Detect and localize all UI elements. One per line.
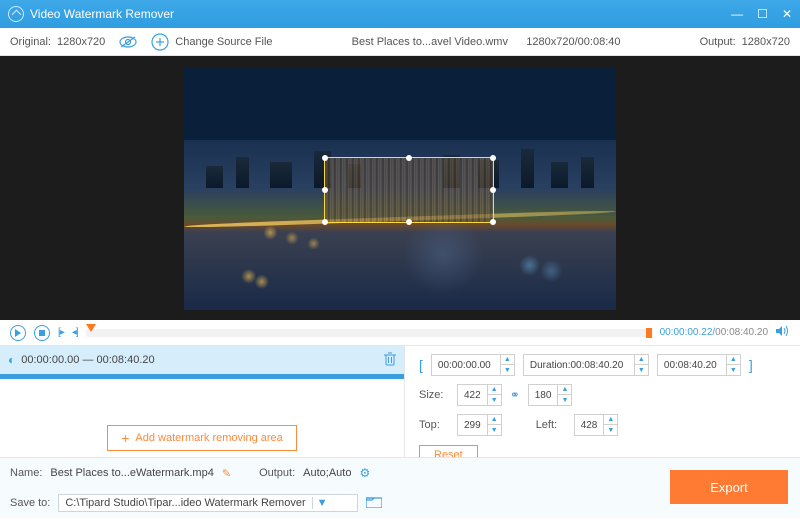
volume-icon[interactable] xyxy=(776,325,790,340)
edit-name-icon[interactable]: ✎ xyxy=(222,467,231,480)
pos-left-input[interactable]: 428 ▲▼ xyxy=(574,414,619,436)
change-source-button[interactable]: Change Source File xyxy=(151,33,272,51)
app-title: Video Watermark Remover xyxy=(30,7,174,21)
delete-segment-button[interactable] xyxy=(384,352,396,369)
segment-icon: ◐ xyxy=(8,353,15,367)
app-logo-icon xyxy=(8,6,24,22)
export-button[interactable]: Export xyxy=(670,470,788,504)
watermark-selection-box[interactable] xyxy=(324,157,494,223)
output-settings-icon[interactable]: ⚙ xyxy=(359,466,370,480)
spin-down[interactable]: ▼ xyxy=(501,365,514,375)
save-path-dropdown[interactable]: C:\Tipard Studio\Tipar...ideo Watermark … xyxy=(58,494,358,512)
save-path: C:\Tipard Studio\Tipar...ideo Watermark … xyxy=(65,497,305,509)
maximize-button[interactable]: ☐ xyxy=(757,7,768,21)
add-area-label: Add watermark removing area xyxy=(135,432,282,444)
time-display: 00:00:00.22/00:08:40.20 xyxy=(660,327,768,338)
original-resolution: Original: 1280x720 xyxy=(10,36,105,48)
add-watermark-area-button[interactable]: + Add watermark removing area xyxy=(107,425,297,451)
playback-bar: [▸ ◂] 00:00:00.22/00:08:40.20 xyxy=(0,320,800,346)
spin-down[interactable]: ▼ xyxy=(635,365,648,375)
current-filename: Best Places to...avel Video.wmv xyxy=(352,36,508,48)
size-height-input[interactable]: 180 ▲▼ xyxy=(528,384,573,406)
size-width-input[interactable]: 422 ▲▼ xyxy=(457,384,502,406)
spin-down[interactable]: ▼ xyxy=(727,365,740,375)
output-value: 1280x720 xyxy=(742,36,790,48)
close-button[interactable]: ✕ xyxy=(782,7,792,21)
output-format-label: Output: xyxy=(259,467,295,479)
output-label: Output: xyxy=(700,36,736,48)
mark-in-button[interactable]: [▸ xyxy=(58,327,64,338)
top-label: Top: xyxy=(419,419,449,431)
plus-icon: + xyxy=(121,430,129,446)
play-button[interactable] xyxy=(10,325,26,341)
resize-handle-ne[interactable] xyxy=(490,155,496,161)
timeline-track[interactable] xyxy=(86,329,652,337)
spin-up[interactable]: ▲ xyxy=(727,355,740,365)
file-res-duration: 1280x720/00:08:40 xyxy=(526,36,620,48)
settings-area: ◐ 00:00:00.00 — 00:08:40.20 + Add waterm… xyxy=(0,346,800,457)
save-to-label: Save to: xyxy=(10,497,50,509)
original-label: Original: xyxy=(10,36,51,48)
resize-handle-sw[interactable] xyxy=(322,219,328,225)
resize-handle-w[interactable] xyxy=(322,187,328,193)
name-label: Name: xyxy=(10,467,42,479)
resize-handle-se[interactable] xyxy=(490,219,496,225)
output-resolution: Output: 1280x720 xyxy=(700,36,790,48)
stop-button[interactable] xyxy=(34,325,50,341)
end-marker[interactable] xyxy=(646,328,652,338)
titlebar: Video Watermark Remover — ☐ ✕ xyxy=(0,0,800,28)
output-format: Auto;Auto xyxy=(303,467,351,479)
range-end-bracket-icon[interactable]: ] xyxy=(749,357,753,373)
spin-up[interactable]: ▲ xyxy=(501,355,514,365)
range-end-input[interactable]: 00:08:40.20 ▲▼ xyxy=(657,354,741,376)
spin-up[interactable]: ▲ xyxy=(635,355,648,365)
total-time: 00:08:40.20 xyxy=(715,327,768,338)
plus-icon xyxy=(151,33,169,51)
mark-out-button[interactable]: ◂] xyxy=(72,327,78,338)
toolbar: Original: 1280x720 Change Source File Be… xyxy=(0,28,800,56)
resize-handle-e[interactable] xyxy=(490,187,496,193)
resize-handle-s[interactable] xyxy=(406,219,412,225)
segment-range: 00:00:00.00 — 00:08:40.20 xyxy=(21,354,378,366)
segments-pane: ◐ 00:00:00.00 — 00:08:40.20 + Add waterm… xyxy=(0,346,405,457)
resize-handle-n[interactable] xyxy=(406,155,412,161)
chevron-down-icon[interactable]: ▼ xyxy=(312,497,332,509)
output-name: Best Places to...eWatermark.mp4 xyxy=(50,467,213,479)
range-duration-input[interactable]: Duration:00:08:40.20 ▲▼ xyxy=(523,354,649,376)
original-value: 1280x720 xyxy=(57,36,105,48)
current-time: 00:00:00.22 xyxy=(660,327,713,338)
range-start-bracket-icon[interactable]: [ xyxy=(419,357,423,373)
footer: Name: Best Places to...eWatermark.mp4 ✎ … xyxy=(0,457,800,518)
link-aspect-icon[interactable]: ⚭ xyxy=(510,388,520,402)
preview-toggle-icon[interactable] xyxy=(119,36,137,48)
left-label: Left: xyxy=(536,419,566,431)
video-preview xyxy=(0,56,800,320)
resize-handle-nw[interactable] xyxy=(322,155,328,161)
pos-top-input[interactable]: 299 ▲▼ xyxy=(457,414,502,436)
segment-row[interactable]: ◐ 00:00:00.00 — 00:08:40.20 xyxy=(0,346,404,374)
size-label: Size: xyxy=(419,389,449,401)
playhead-marker[interactable] xyxy=(86,324,96,332)
video-frame[interactable] xyxy=(184,67,616,310)
minimize-button[interactable]: — xyxy=(731,7,743,21)
properties-pane: [ 00:00:00.00 ▲▼ Duration:00:08:40.20 ▲▼… xyxy=(405,346,800,457)
browse-folder-icon[interactable] xyxy=(366,496,382,511)
range-start-input[interactable]: 00:00:00.00 ▲▼ xyxy=(431,354,515,376)
change-source-label: Change Source File xyxy=(175,36,272,48)
